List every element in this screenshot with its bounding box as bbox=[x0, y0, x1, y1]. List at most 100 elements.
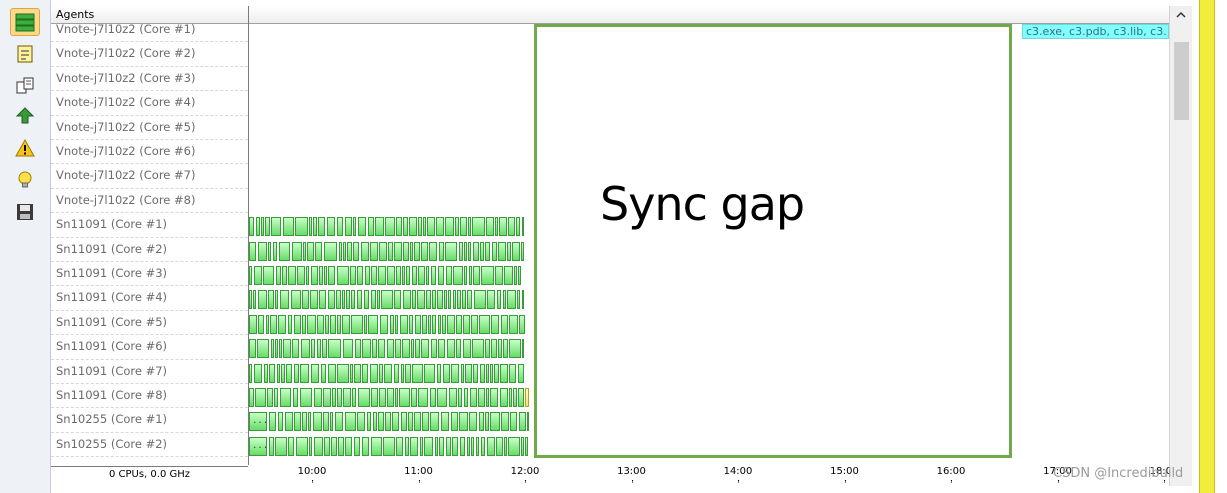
task-bar[interactable] bbox=[294, 314, 301, 334]
agent-row[interactable]: Sn11091 (Core #8) bbox=[51, 384, 248, 409]
task-bar[interactable] bbox=[342, 290, 345, 310]
task-bar[interactable] bbox=[471, 314, 478, 334]
agent-row[interactable]: Vnote-j7l10z2 (Core #5) bbox=[51, 116, 248, 140]
task-bar[interactable] bbox=[491, 314, 499, 334]
agent-row[interactable]: Sn11091 (Core #4) bbox=[51, 286, 248, 311]
vertical-scrollbar[interactable] bbox=[1169, 6, 1192, 486]
task-bar[interactable] bbox=[525, 436, 528, 456]
task-bar[interactable] bbox=[268, 290, 274, 310]
task-bar[interactable] bbox=[378, 339, 385, 359]
task-bar[interactable] bbox=[486, 217, 494, 237]
task-bar[interactable] bbox=[309, 217, 312, 237]
agent-row[interactable]: Sn11091 (Core #6) bbox=[51, 335, 248, 360]
task-bar[interactable] bbox=[422, 314, 427, 334]
task-bar[interactable] bbox=[385, 217, 395, 237]
task-bar[interactable] bbox=[292, 241, 302, 261]
task-bar[interactable] bbox=[387, 388, 394, 407]
task-bar[interactable] bbox=[270, 314, 277, 334]
task-bar[interactable] bbox=[257, 339, 269, 359]
task-bar[interactable]: ... bbox=[249, 436, 268, 456]
task-bar[interactable] bbox=[258, 290, 267, 310]
task-bar[interactable] bbox=[518, 363, 524, 383]
agent-row[interactable]: Sn10255 (Core #1) bbox=[51, 408, 248, 433]
task-bar[interactable] bbox=[449, 388, 457, 407]
task-bar[interactable] bbox=[423, 217, 426, 237]
task-bar[interactable] bbox=[275, 436, 287, 456]
task-bar[interactable] bbox=[412, 363, 423, 383]
task-bar[interactable] bbox=[514, 266, 517, 285]
task-bar[interactable] bbox=[343, 339, 353, 359]
report-button[interactable] bbox=[10, 40, 40, 68]
task-bar[interactable] bbox=[527, 412, 529, 432]
task-bar[interactable] bbox=[358, 388, 370, 407]
task-bar[interactable] bbox=[342, 314, 350, 334]
task-bar[interactable] bbox=[283, 217, 294, 237]
task-bar[interactable] bbox=[521, 241, 524, 261]
task-bar[interactable] bbox=[279, 241, 290, 261]
agent-row[interactable]: Sn11091 (Core #5) bbox=[51, 311, 248, 336]
task-bar[interactable] bbox=[350, 266, 356, 285]
task-bar[interactable] bbox=[307, 314, 316, 334]
task-bar[interactable] bbox=[256, 217, 260, 237]
task-bar[interactable] bbox=[418, 388, 428, 407]
task-bar[interactable] bbox=[337, 266, 349, 285]
task-bar[interactable] bbox=[358, 217, 366, 237]
task-bar[interactable] bbox=[522, 290, 524, 310]
task-bar[interactable] bbox=[410, 241, 413, 261]
task-bar[interactable] bbox=[378, 412, 384, 432]
task-bar[interactable] bbox=[330, 412, 333, 432]
task-bar[interactable] bbox=[487, 436, 495, 456]
task-bar[interactable] bbox=[286, 363, 292, 383]
task-bar[interactable] bbox=[446, 266, 452, 285]
task-bar[interactable] bbox=[431, 339, 437, 359]
task-bar[interactable] bbox=[509, 363, 516, 383]
task-bar[interactable] bbox=[274, 388, 278, 407]
task-bar[interactable] bbox=[474, 290, 486, 310]
task-bar[interactable] bbox=[485, 339, 490, 359]
task-bar[interactable] bbox=[409, 314, 413, 334]
task-bar[interactable] bbox=[297, 266, 305, 285]
task-bar[interactable] bbox=[361, 241, 369, 261]
task-bar[interactable] bbox=[379, 388, 386, 407]
task-bar[interactable] bbox=[472, 339, 484, 359]
task-bar[interactable] bbox=[347, 241, 352, 261]
task-bar[interactable] bbox=[486, 388, 489, 407]
task-bar[interactable] bbox=[399, 388, 410, 407]
agent-row[interactable]: Sn11091 (Core #1) bbox=[51, 213, 248, 238]
task-bar[interactable] bbox=[317, 339, 321, 359]
task-bar[interactable] bbox=[269, 363, 275, 383]
task-bar[interactable] bbox=[355, 339, 361, 359]
task-bar[interactable] bbox=[460, 436, 465, 456]
task-bar[interactable] bbox=[428, 314, 431, 334]
scroll-up-button[interactable] bbox=[1170, 6, 1192, 24]
scroll-thumb[interactable] bbox=[1174, 42, 1189, 120]
task-bar[interactable] bbox=[394, 290, 401, 310]
task-bar[interactable] bbox=[263, 266, 274, 285]
agent-row[interactable]: Vnote-j7l10z2 (Core #8) bbox=[51, 189, 248, 214]
task-bar[interactable] bbox=[445, 217, 454, 237]
task-bar[interactable] bbox=[436, 217, 444, 237]
task-bar[interactable] bbox=[401, 412, 407, 432]
task-bar[interactable] bbox=[519, 412, 526, 432]
task-bar[interactable] bbox=[422, 412, 429, 432]
task-bar[interactable] bbox=[437, 363, 441, 383]
task-bar[interactable] bbox=[309, 436, 312, 456]
task-bar[interactable] bbox=[324, 436, 330, 456]
task-bar[interactable] bbox=[288, 266, 296, 285]
task-bar[interactable] bbox=[387, 266, 395, 285]
task-bar[interactable] bbox=[371, 388, 378, 407]
task-bar[interactable] bbox=[336, 290, 341, 310]
agent-row[interactable]: Vnote-j7l10z2 (Core #1) bbox=[51, 18, 248, 43]
task-bar[interactable] bbox=[307, 241, 314, 261]
task-bar[interactable] bbox=[328, 339, 341, 359]
task-bar[interactable] bbox=[395, 388, 398, 407]
task-bar[interactable] bbox=[372, 339, 377, 359]
task-bar[interactable] bbox=[337, 388, 342, 407]
save-button[interactable] bbox=[10, 198, 40, 226]
task-bar[interactable] bbox=[269, 412, 276, 432]
task-bar[interactable] bbox=[314, 388, 322, 407]
task-bar[interactable] bbox=[345, 412, 356, 432]
task-bar[interactable] bbox=[447, 339, 455, 359]
task-bar[interactable] bbox=[368, 217, 374, 237]
task-bar[interactable] bbox=[417, 290, 425, 310]
